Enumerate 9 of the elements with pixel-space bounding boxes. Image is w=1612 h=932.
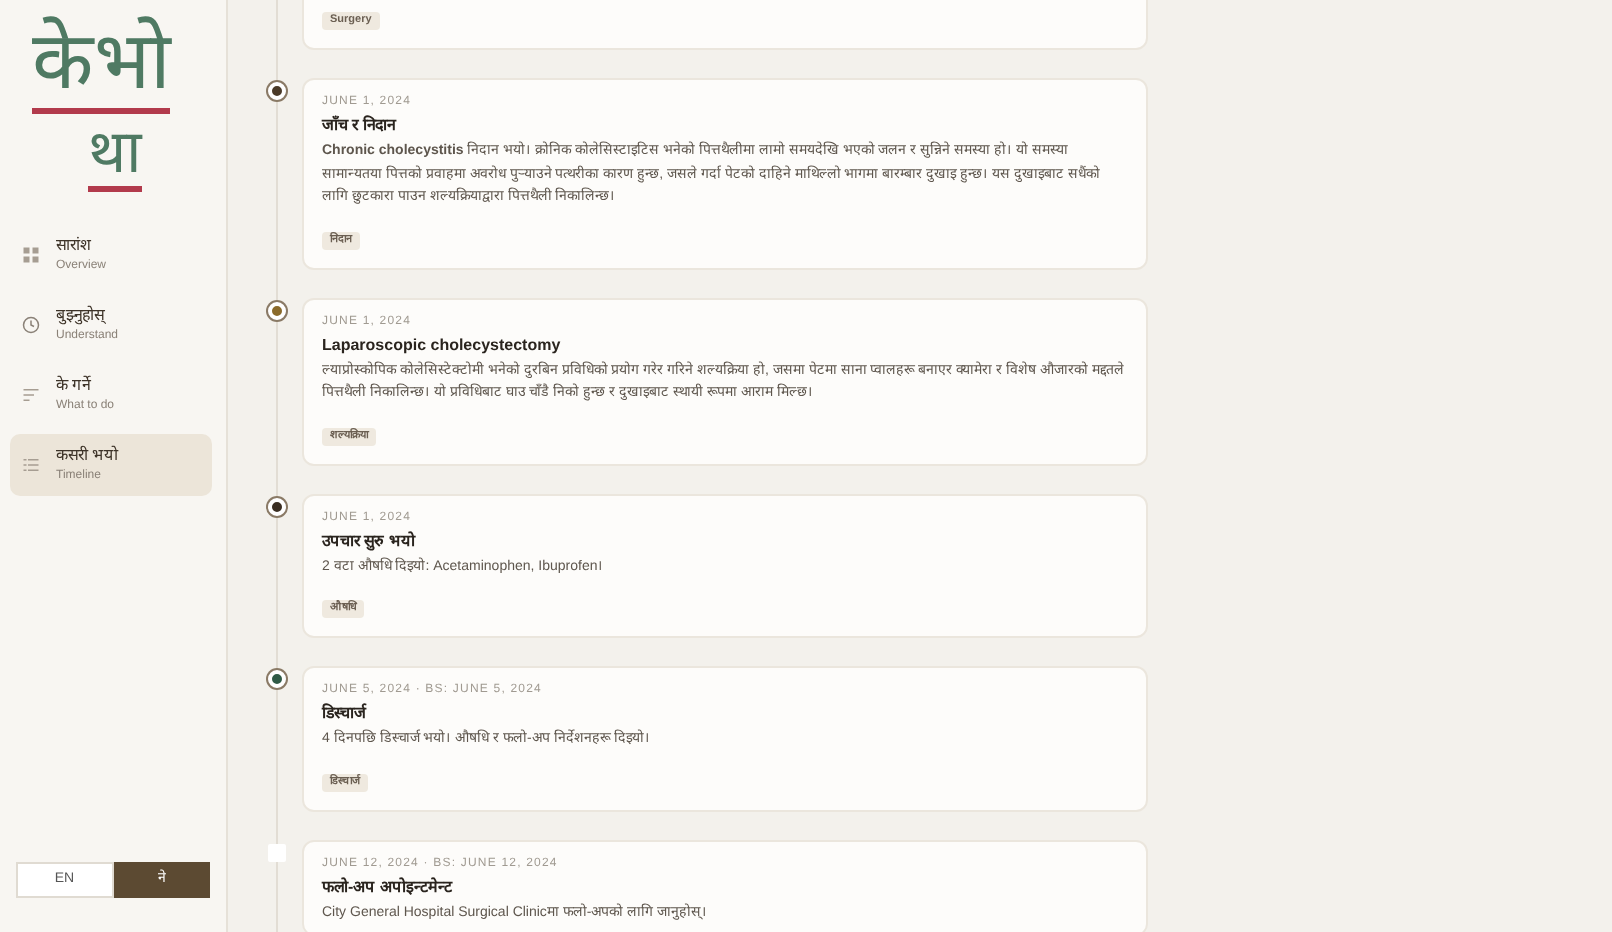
event-title: जाँच र निदान [322,114,399,138]
event-title: Laparoscopic cholecystectomy [322,333,563,357]
list-icon [22,456,40,474]
grid-icon [22,246,40,264]
lines-icon [22,386,40,404]
clock-icon [22,316,40,334]
event-title: उपचार सुरु भयो [322,529,418,553]
event-title: डिस्चार्ज [322,702,369,726]
event-title: फलो-अप अपोइन्टमेन्ट [322,875,455,899]
